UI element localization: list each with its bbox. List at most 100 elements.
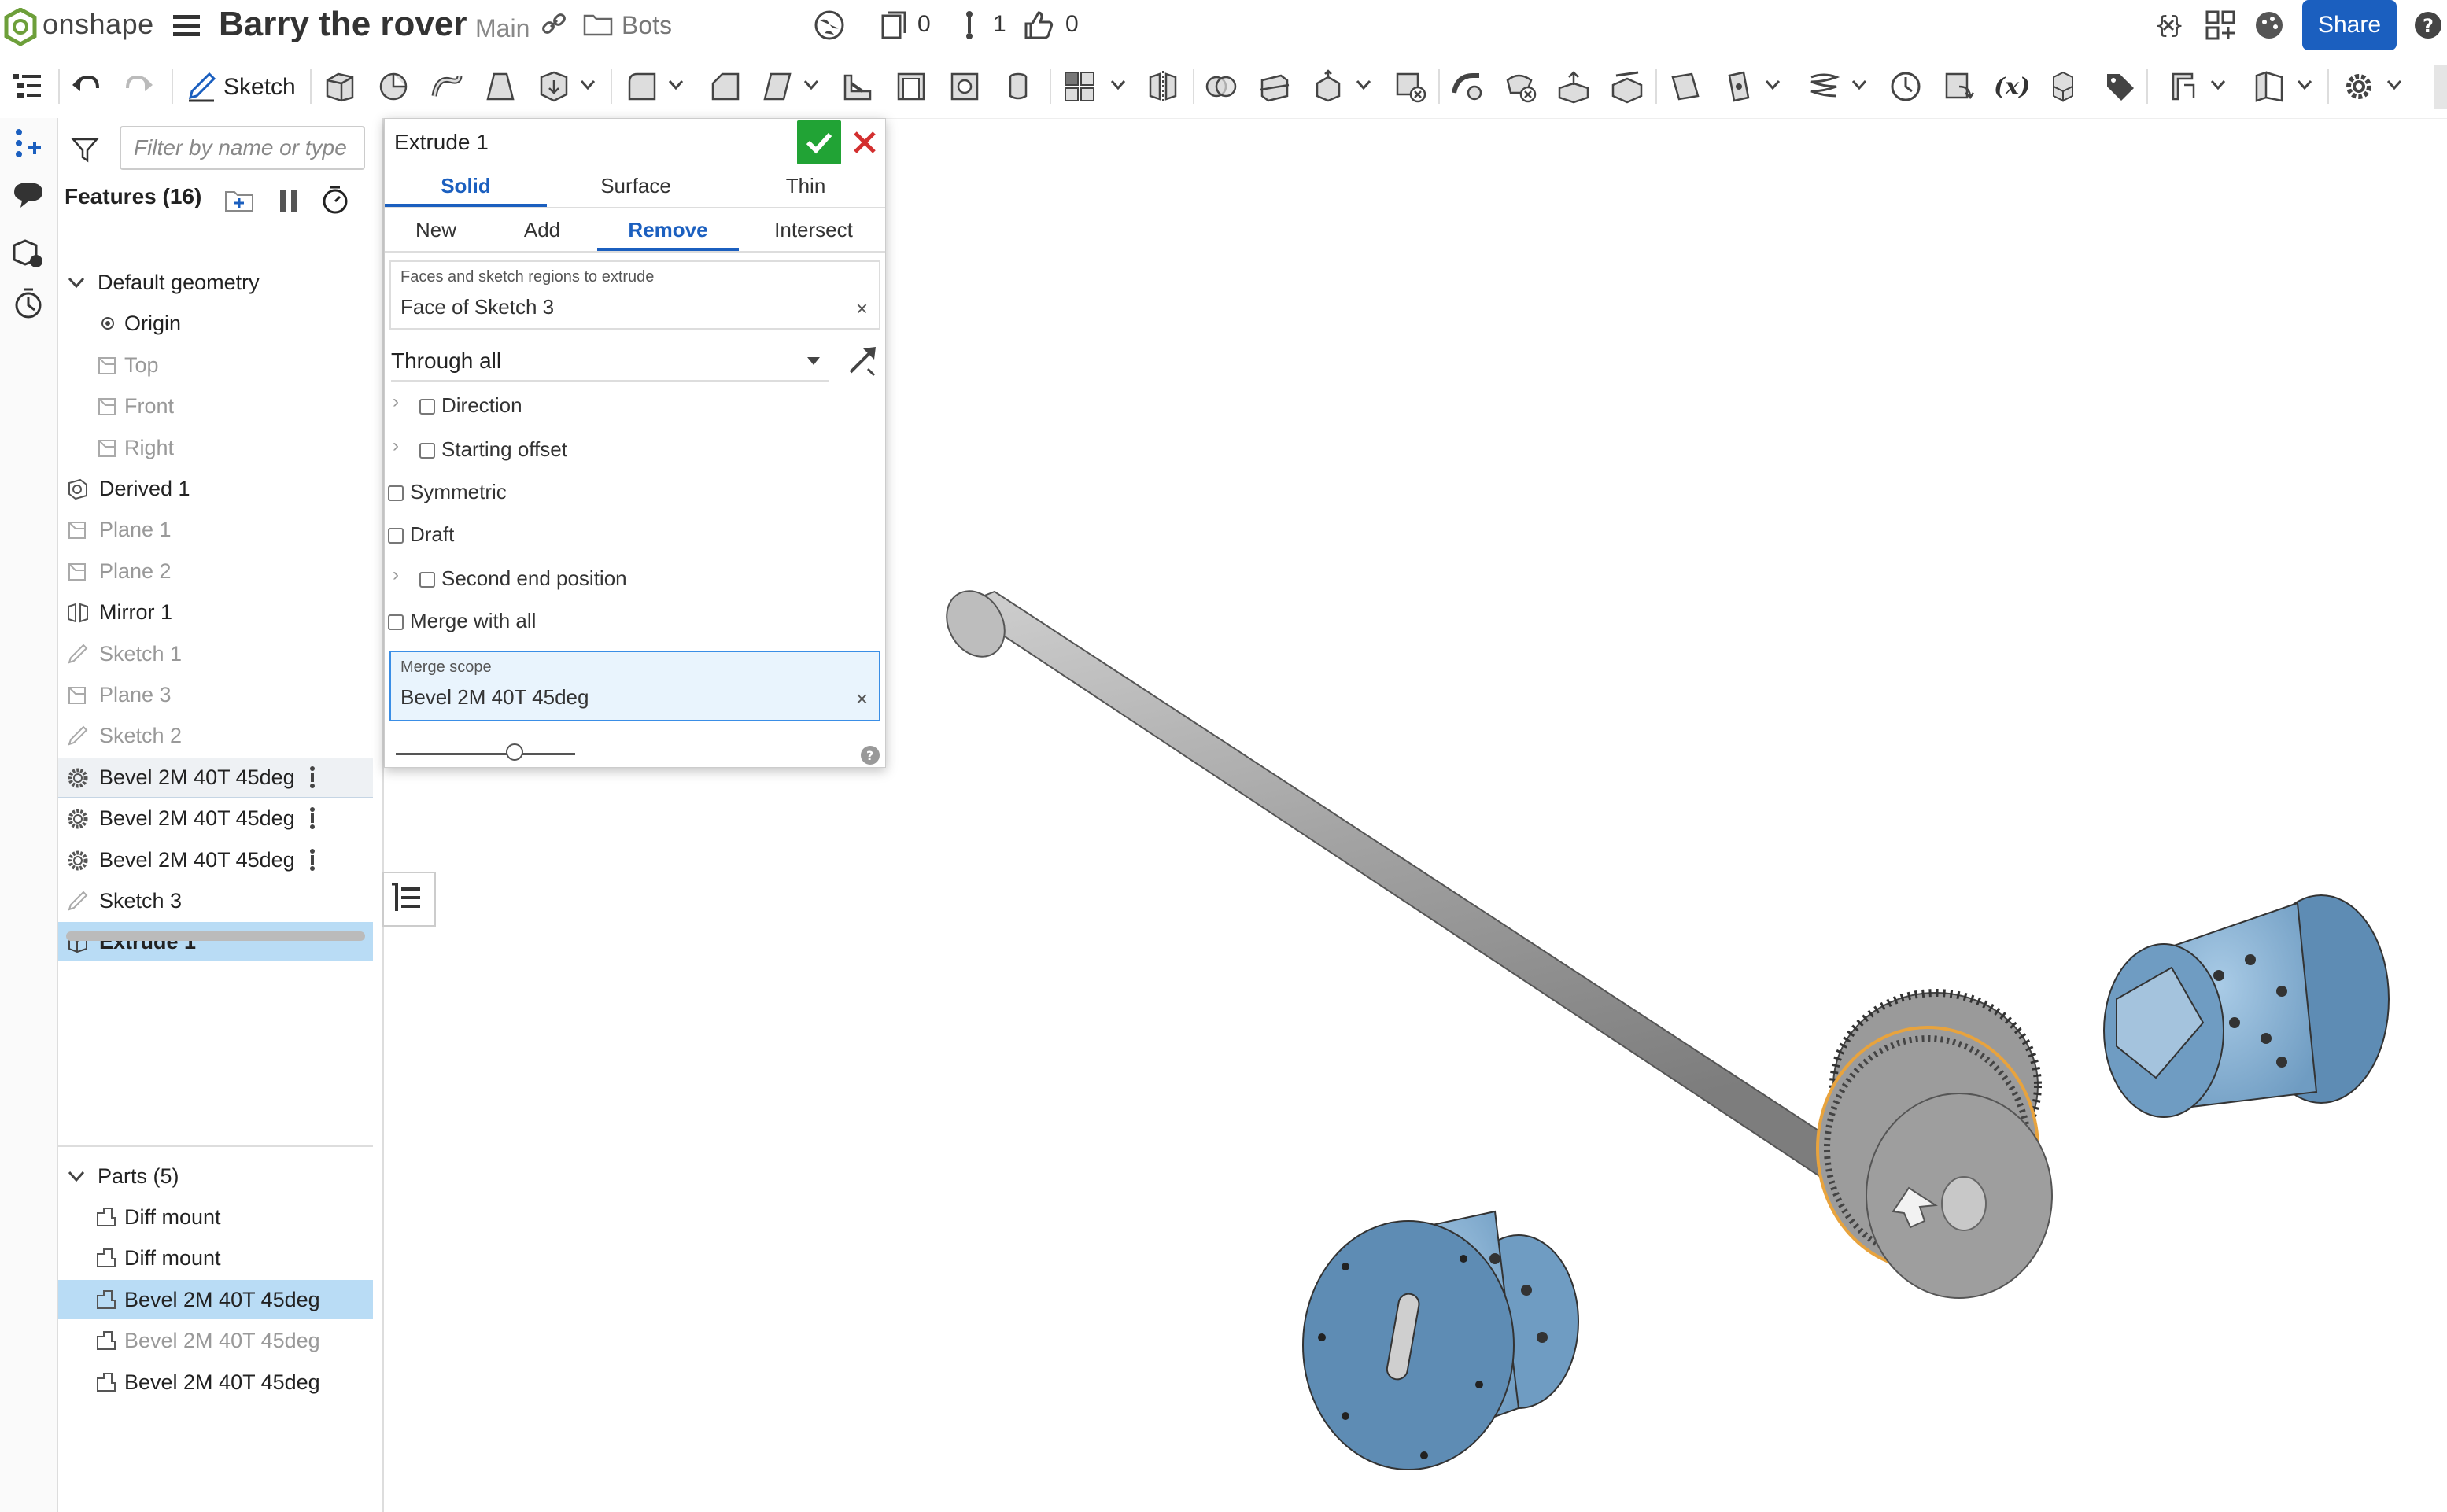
plane-icon[interactable]: [1668, 69, 1703, 104]
feature-item[interactable]: Plane 1: [58, 510, 373, 549]
cancel-button[interactable]: [849, 125, 880, 160]
history-icon[interactable]: [11, 286, 46, 321]
feature-filter-input[interactable]: [120, 126, 365, 170]
globe-icon[interactable]: [814, 9, 845, 41]
modify-fillet-icon[interactable]: [1449, 69, 1484, 104]
versions-icon[interactable]: [880, 9, 910, 41]
part-item[interactable]: Diff mount: [58, 1238, 373, 1278]
gear-icon[interactable]: [2342, 69, 2376, 104]
like-icon[interactable]: [1023, 9, 1054, 41]
feature-list-toggle-icon[interactable]: [9, 69, 44, 104]
starting-offset-option[interactable]: Starting offset: [419, 433, 567, 465]
second-end-option[interactable]: Second end position: [419, 562, 627, 594]
menu-icon[interactable]: [172, 13, 203, 39]
merge-with-all-option[interactable]: Merge with all: [388, 605, 536, 636]
feature-item[interactable]: Right: [58, 428, 373, 467]
feature-item[interactable]: Sketch 3: [58, 881, 373, 920]
redo-icon[interactable]: [123, 69, 154, 104]
measure-icon[interactable]: [1888, 69, 1923, 104]
transparency-slider-track[interactable]: [396, 753, 575, 755]
help-icon[interactable]: ?: [2412, 9, 2444, 41]
brand-name[interactable]: onshape: [42, 8, 154, 41]
feature-tree-scrollbar[interactable]: [66, 931, 365, 941]
feature-item[interactable]: Mirror 1: [58, 592, 373, 632]
thicken-icon[interactable]: [537, 69, 571, 104]
feature-item[interactable]: Bevel 2M 40T 45deg: [58, 798, 373, 838]
tab-surface[interactable]: Surface: [561, 164, 710, 207]
delete-part-icon[interactable]: [1393, 69, 1427, 104]
chamfer-icon[interactable]: [708, 69, 743, 104]
diff-mount-right[interactable]: [2103, 894, 2390, 1118]
merge-scope-field[interactable]: Merge scope Bevel 2M 40T 45deg ×: [389, 651, 880, 721]
feature-list-float-icon[interactable]: [382, 872, 436, 927]
filter-icon[interactable]: [71, 135, 99, 164]
opposite-direction-icon[interactable]: [846, 344, 879, 377]
clear-merge-scope-icon[interactable]: ×: [856, 687, 868, 711]
tab-remove[interactable]: Remove: [597, 208, 739, 251]
move-face-icon[interactable]: [1556, 69, 1591, 104]
chevron-right-icon[interactable]: ›: [393, 435, 399, 457]
mirror-icon[interactable]: [1146, 69, 1180, 104]
starting-offset-checkbox[interactable]: [419, 443, 435, 459]
comments-icon[interactable]: [11, 178, 46, 212]
add-folder-icon[interactable]: [223, 186, 255, 214]
axle-shaft[interactable]: [936, 581, 1879, 1191]
part-item[interactable]: Diff mount: [58, 1197, 373, 1237]
chevron-right-icon[interactable]: ›: [393, 391, 399, 413]
symmetric-option[interactable]: Symmetric: [388, 476, 507, 507]
feature-item[interactable]: Plane 2: [58, 551, 373, 591]
configurations-icon[interactable]: [11, 236, 46, 271]
confirm-button[interactable]: [797, 120, 841, 164]
feature-item[interactable]: Extrude 1: [58, 922, 373, 962]
folder-icon[interactable]: [582, 9, 614, 38]
clear-faces-icon[interactable]: ×: [856, 297, 868, 321]
chevron-down-icon[interactable]: [1764, 79, 1781, 91]
share-button[interactable]: Share: [2302, 0, 2397, 50]
second-end-checkbox[interactable]: [419, 572, 435, 588]
variable-icon[interactable]: (x): [1992, 69, 2033, 104]
feature-item[interactable]: Sketch 1: [58, 634, 373, 673]
feature-item[interactable]: Default geometry: [58, 263, 373, 302]
parts-group[interactable]: Parts (5): [58, 1156, 373, 1196]
tab-add[interactable]: Add: [495, 208, 589, 251]
chevron-down-icon[interactable]: [1355, 79, 1372, 91]
part-item[interactable]: Bevel 2M 40T 45deg: [58, 1279, 373, 1319]
feature-item[interactable]: Bevel 2M 40T 45deg: [58, 757, 373, 798]
extrude-icon[interactable]: [323, 69, 357, 104]
tag-icon[interactable]: [2102, 69, 2137, 104]
diff-mount-bottom[interactable]: [1302, 1210, 1579, 1470]
part-item[interactable]: Bevel 2M 40T 45deg: [58, 1321, 373, 1360]
document-title[interactable]: Barry the rover: [219, 5, 467, 44]
merge-with-all-checkbox[interactable]: [388, 614, 404, 631]
mate-connector-icon[interactable]: [1722, 69, 1756, 104]
cylinder-icon[interactable]: [1001, 69, 1035, 104]
split-icon[interactable]: [1257, 69, 1292, 104]
feature-studio-icon[interactable]: [2046, 69, 2080, 104]
boolean-icon[interactable]: [1204, 69, 1238, 104]
direction-checkbox[interactable]: [419, 399, 435, 415]
sketch-pencil-icon[interactable]: [186, 69, 217, 104]
graphics-viewport[interactable]: [886, 118, 2447, 1512]
tab-intersect[interactable]: Intersect: [747, 208, 880, 251]
draft-option[interactable]: Draft: [388, 518, 454, 550]
draft-checkbox[interactable]: [388, 528, 404, 544]
model-scene[interactable]: [886, 118, 2447, 1512]
direction-option[interactable]: Direction: [419, 389, 522, 421]
custom-feature-dots-icon[interactable]: [308, 765, 316, 789]
insert-icon[interactable]: [11, 126, 46, 160]
feature-item[interactable]: Derived 1: [58, 469, 373, 508]
part-item[interactable]: Bevel 2M 40T 45deg: [58, 1363, 373, 1402]
shell-icon[interactable]: [894, 69, 928, 104]
linear-pattern-icon[interactable]: [1062, 69, 1097, 104]
replace-face-icon[interactable]: [1610, 69, 1644, 104]
onshape-logo-icon[interactable]: [3, 8, 38, 46]
branch-icon[interactable]: [961, 9, 977, 41]
draft-icon[interactable]: [760, 69, 795, 104]
branch-name[interactable]: Main: [475, 14, 530, 43]
feature-item[interactable]: Bevel 2M 40T 45deg: [58, 840, 373, 880]
bevel-gear[interactable]: [1816, 989, 2053, 1299]
sweep-icon[interactable]: [430, 69, 464, 104]
custom-feature-dots-icon[interactable]: [308, 848, 316, 872]
chevron-down-icon[interactable]: [1851, 79, 1868, 91]
app-store-icon[interactable]: [2205, 9, 2236, 41]
